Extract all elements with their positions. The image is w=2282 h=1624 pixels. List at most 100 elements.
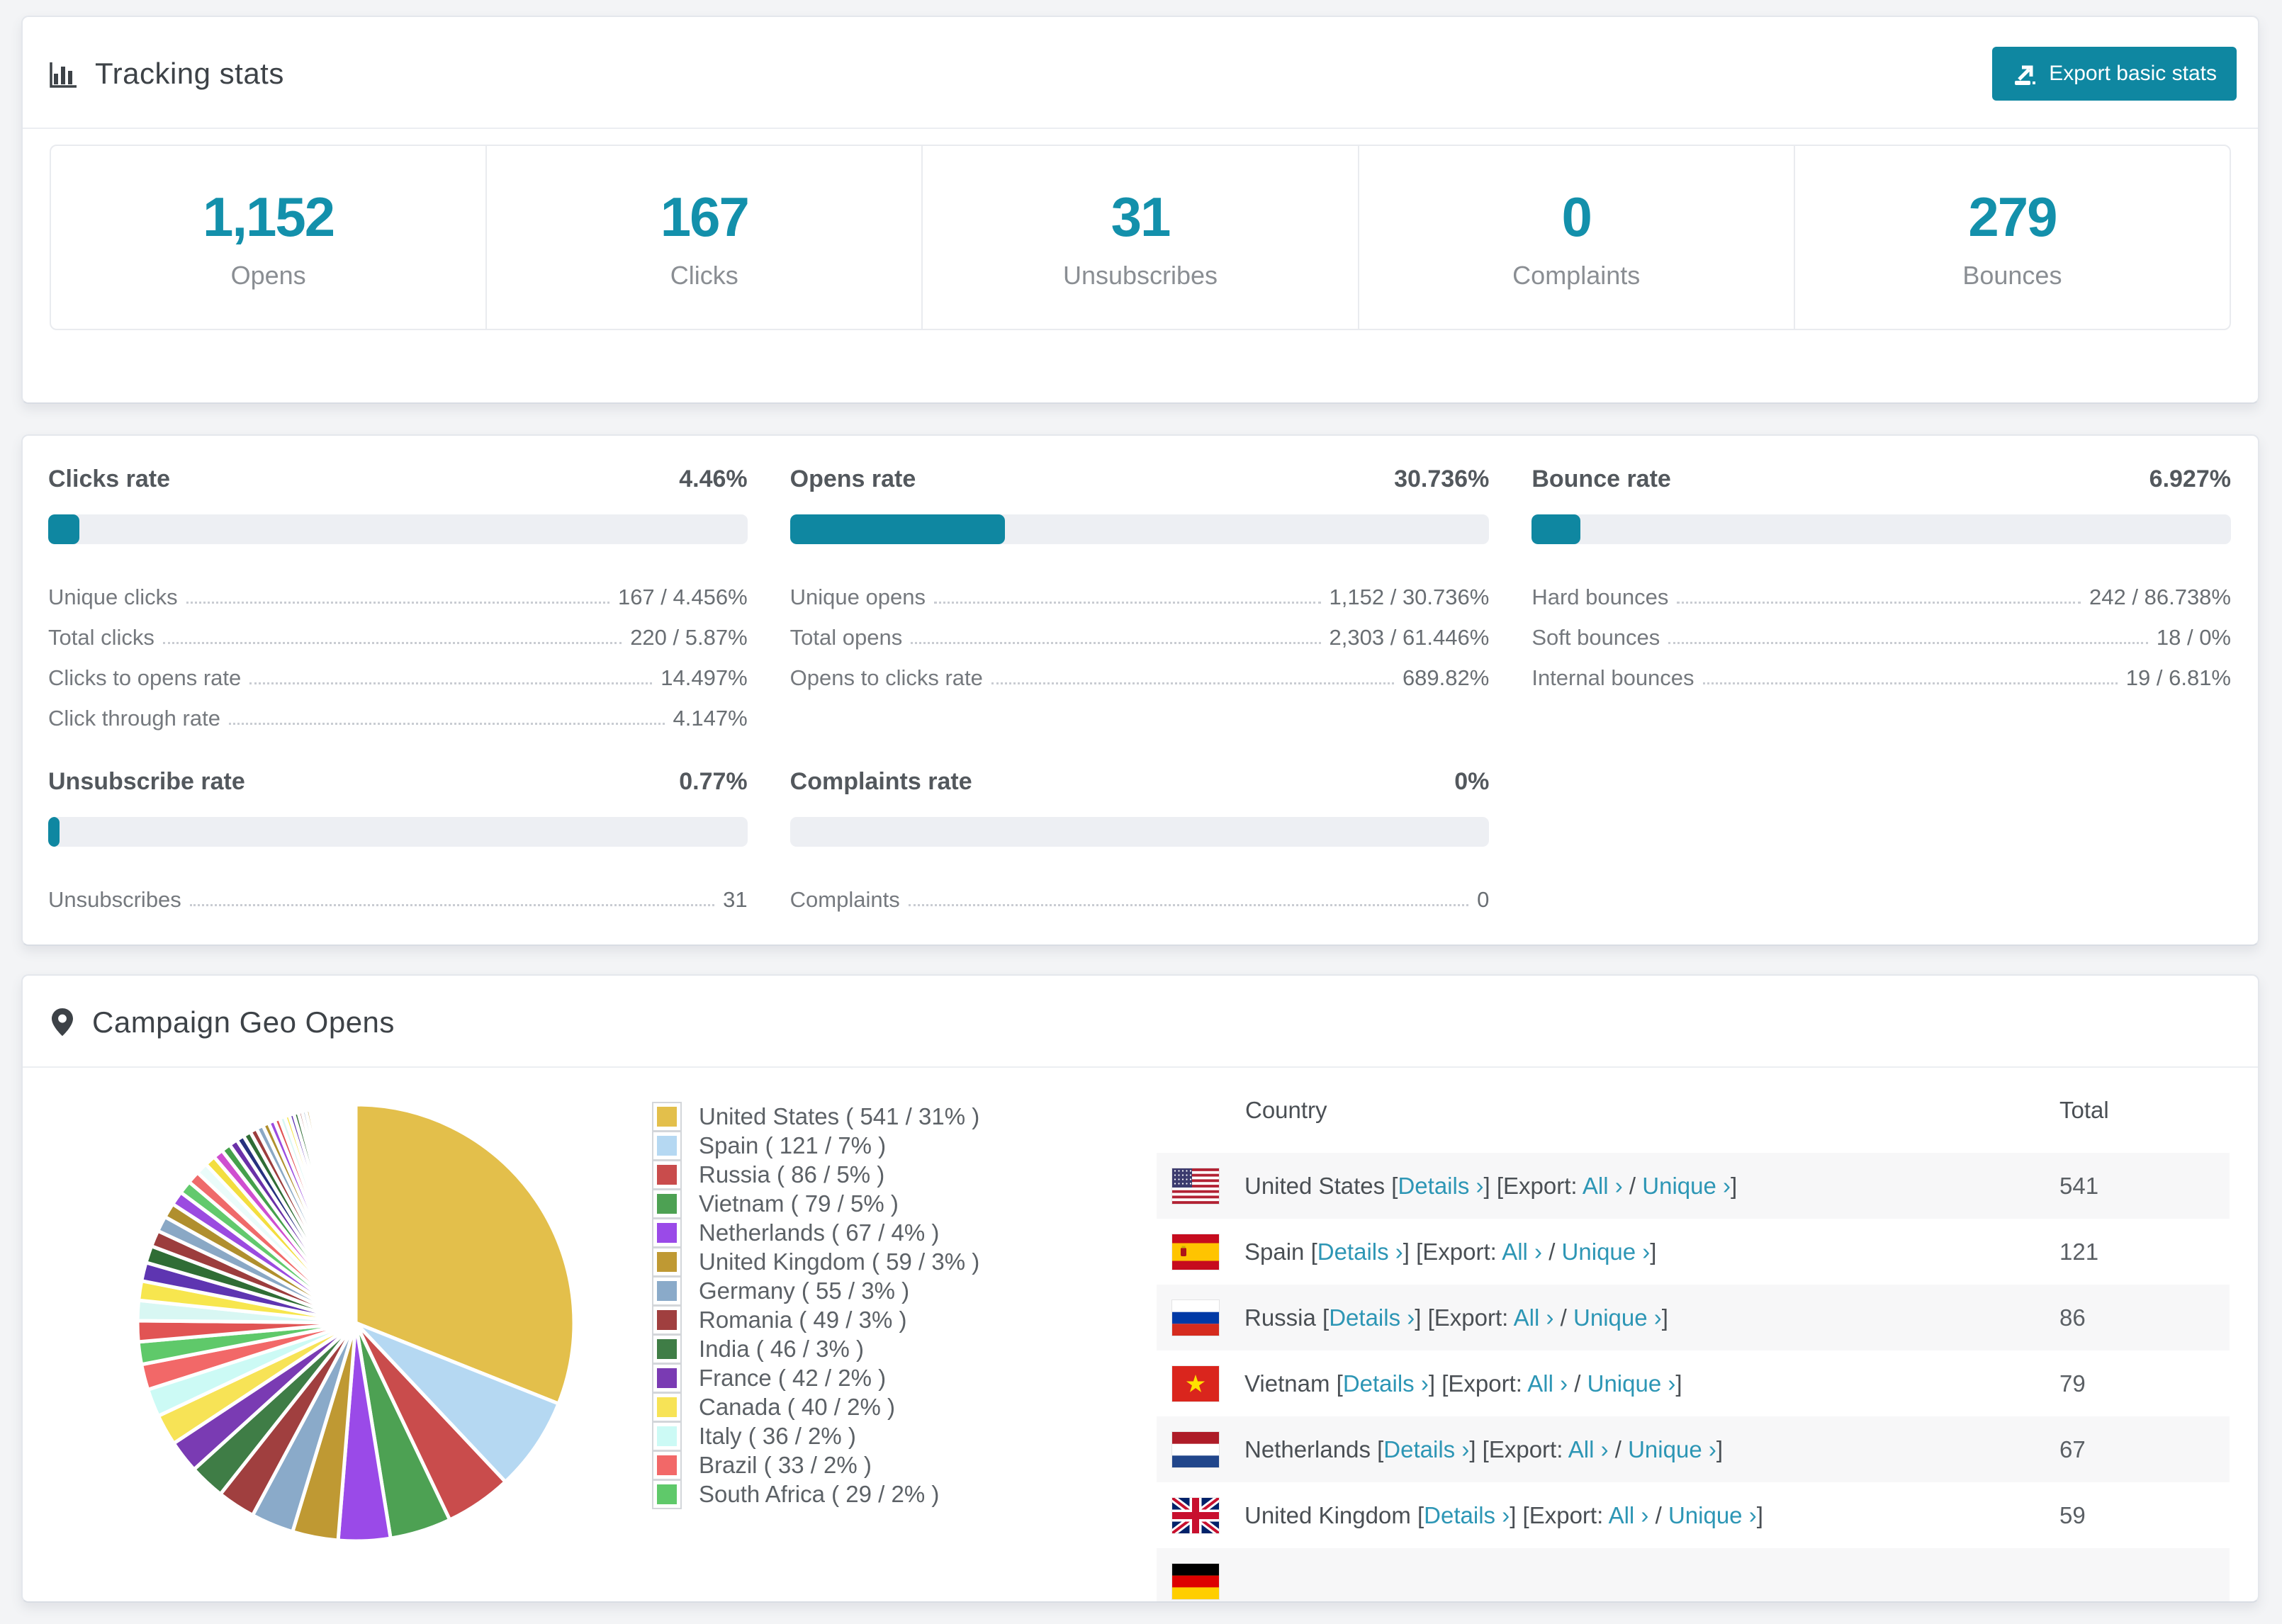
dotted-leader	[1668, 642, 2148, 644]
dotted-leader	[249, 682, 653, 684]
rate-stat-row: Internal bounces 19 / 6.81%	[1531, 650, 2231, 691]
legend-item: Italy ( 36 / 2% )	[653, 1421, 979, 1450]
export-basic-stats-button[interactable]: Export basic stats	[1992, 47, 2237, 101]
legend-color-swatch	[653, 1393, 680, 1421]
export-all-link[interactable]: All ›	[1568, 1436, 1609, 1462]
rate-stat-label: Total clicks	[48, 625, 154, 650]
export-unique-link[interactable]: Unique ›	[1628, 1436, 1716, 1462]
total-cell: 79	[2059, 1370, 2086, 1397]
rate-stat-value: 14.497%	[661, 665, 748, 690]
flag-nl-icon	[1172, 1431, 1219, 1467]
header-divider	[23, 128, 2258, 129]
rate-rows: Hard bounces 242 / 86.738% Soft bounces …	[1531, 570, 2231, 691]
details-link[interactable]: Details ›	[1317, 1239, 1403, 1265]
rate-rows: Unsubscribes 31	[48, 872, 748, 913]
table-row-united-states: United States [Details ›] [Export: All ›…	[1157, 1153, 2230, 1219]
rates-grid: Clicks rate 4.46% Unique clicks 167 / 4.…	[23, 436, 2258, 913]
country-name: United Kingdom	[1244, 1501, 1411, 1528]
dotted-leader	[908, 904, 1469, 906]
rate-stat-row: Clicks to opens rate 14.497%	[48, 650, 748, 691]
export-all-link[interactable]: All ›	[1514, 1304, 1554, 1331]
export-button-label: Export basic stats	[2049, 62, 2217, 85]
export-all-link[interactable]: All ›	[1609, 1502, 1649, 1528]
legend-label: South Africa ( 29 / 2% )	[699, 1480, 940, 1507]
rate-block-unsubscribe-rate: Unsubscribe rate 0.77% Unsubscribes 31	[48, 768, 748, 913]
details-link[interactable]: Details ›	[1383, 1436, 1469, 1462]
table-row-russia: Russia [Details ›] [Export: All › / Uniq…	[1157, 1285, 2230, 1350]
legend-color-swatch	[653, 1277, 680, 1304]
table-row-united-kingdom: United Kingdom [Details ›] [Export: All …	[1157, 1482, 2230, 1548]
stat-value: 0	[1561, 185, 1592, 248]
stat-label: Clicks	[670, 260, 738, 290]
legend-item: Russia ( 86 / 5% )	[653, 1160, 979, 1189]
rate-stat-value: 689.82%	[1402, 665, 1490, 690]
rate-progress-fill	[48, 817, 60, 847]
rate-stat-label: Complaints	[789, 887, 900, 912]
export-unique-link[interactable]: Unique ›	[1573, 1304, 1662, 1331]
rate-stat-row: Unique clicks 167 / 4.456%	[48, 570, 748, 610]
rate-progress-track	[789, 817, 1490, 847]
export-unique-link[interactable]: Unique ›	[1668, 1502, 1757, 1528]
geo-table-header: Country Total	[1157, 1068, 2230, 1153]
stat-label: Complaints	[1512, 260, 1641, 290]
rate-progress-track	[48, 514, 748, 544]
export-all-link[interactable]: All ›	[1583, 1173, 1623, 1199]
legend-item: Germany ( 55 / 3% )	[653, 1276, 979, 1305]
rate-stat-value: 18 / 0%	[2156, 625, 2231, 650]
details-link[interactable]: Details ›	[1398, 1173, 1483, 1199]
details-link[interactable]: Details ›	[1343, 1370, 1429, 1397]
dotted-leader	[162, 642, 622, 644]
details-link[interactable]: Details ›	[1424, 1502, 1510, 1528]
rate-progress-fill	[1531, 514, 1580, 544]
rate-rows: Complaints 0	[790, 872, 1490, 913]
rate-stat-label: Unique clicks	[48, 585, 178, 609]
pie-slice-other[interactable]	[353, 1103, 358, 1324]
table-row	[1157, 1548, 2230, 1601]
country-cell: Russia [Details ›] [Export: All › / Uniq…	[1244, 1304, 1668, 1331]
legend-color-swatch	[653, 1480, 680, 1508]
rate-stat-label: Opens to clicks rate	[789, 665, 983, 690]
country-cell: Spain [Details ›] [Export: All › / Uniqu…	[1244, 1238, 1657, 1265]
legend-item: India ( 46 / 3% )	[653, 1334, 979, 1363]
rate-value: 0.77%	[679, 768, 748, 795]
country-name: United States	[1244, 1172, 1386, 1199]
stat-cell-unsubscribes: 31 Unsubscribes	[923, 146, 1359, 329]
rate-head: Clicks rate 4.46%	[48, 466, 748, 493]
export-all-link[interactable]: All ›	[1527, 1370, 1568, 1397]
legend-color-swatch	[653, 1335, 680, 1363]
legend-label: Italy ( 36 / 2% )	[699, 1422, 856, 1449]
export-unique-link[interactable]: Unique ›	[1587, 1370, 1676, 1397]
stat-value: 279	[1968, 185, 2057, 248]
rate-stat-row: Opens to clicks rate 689.82%	[790, 650, 1490, 691]
rate-stat-label: Click through rate	[48, 706, 220, 731]
total-cell: 67	[2059, 1436, 2086, 1462]
export-all-link[interactable]: All ›	[1502, 1239, 1542, 1265]
campaign-geo-opens-card: Campaign Geo Opens United States ( 541 /…	[21, 974, 2259, 1603]
rate-head: Complaints rate 0%	[790, 768, 1490, 796]
rate-progress-track	[48, 817, 748, 847]
rate-title: Opens rate	[789, 466, 916, 492]
rate-title: Bounce rate	[1531, 466, 1671, 492]
stat-cell-complaints: 0 Complaints	[1359, 146, 1795, 329]
pie-chart-svg	[135, 1103, 576, 1543]
rate-title: Unsubscribe rate	[48, 768, 245, 795]
stat-label: Bounces	[1962, 260, 2062, 290]
legend-color-swatch	[653, 1190, 680, 1217]
column-header-country: Country	[1245, 1097, 1327, 1123]
rate-block-opens-rate: Opens rate 30.736% Unique opens 1,152 / …	[789, 466, 1490, 731]
legend-color-swatch	[653, 1248, 680, 1275]
legend-label: India ( 46 / 3% )	[699, 1335, 864, 1362]
details-link[interactable]: Details ›	[1329, 1304, 1415, 1331]
rate-stat-row: Unique opens 1,152 / 30.736%	[790, 570, 1490, 610]
export-unique-link[interactable]: Unique ›	[1562, 1239, 1651, 1265]
export-unique-link[interactable]: Unique ›	[1642, 1173, 1731, 1199]
flag-us-icon	[1172, 1168, 1219, 1204]
country-name: Netherlands	[1244, 1436, 1371, 1462]
export-icon	[2015, 65, 2036, 85]
rate-head: Unsubscribe rate 0.77%	[48, 768, 748, 796]
map-pin-icon	[52, 1008, 73, 1037]
stat-label: Unsubscribes	[1062, 260, 1218, 290]
stat-cell-bounces: 279 Bounces	[1795, 146, 2230, 329]
legend-label: United Kingdom ( 59 / 3% )	[699, 1248, 980, 1275]
page-title: Tracking stats	[95, 57, 284, 90]
